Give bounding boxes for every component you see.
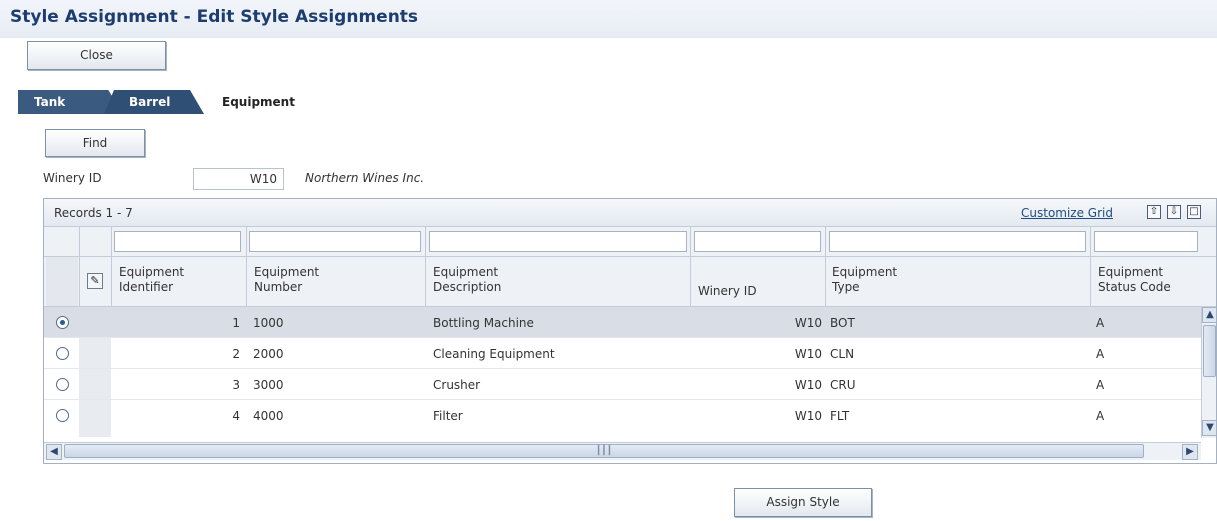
column-divider bbox=[111, 227, 112, 307]
col-equipment-status-code-line2: Status Code bbox=[1098, 280, 1171, 294]
tab-barrel[interactable]: Barrel bbox=[104, 90, 204, 114]
records-count: Records 1 - 7 bbox=[54, 206, 133, 220]
table-row[interactable]: 4 4000 Filter W10 FLT A bbox=[44, 400, 1202, 431]
row-select-radio[interactable] bbox=[56, 378, 69, 391]
equipment-grid: Records 1 - 7 Customize Grid ⇧ ⇩ □ ✎ Equ… bbox=[43, 198, 1217, 464]
tab-barrel-label: Barrel bbox=[129, 95, 171, 109]
horizontal-scrollbar[interactable]: ◀ ┃┃┃ ▶ bbox=[44, 442, 1201, 460]
find-button[interactable]: Find bbox=[45, 129, 145, 157]
winery-id-label: Winery ID bbox=[43, 171, 102, 185]
col-equipment-type-line1: Equipment bbox=[832, 265, 898, 279]
cell-winery-id: W10 bbox=[794, 409, 822, 423]
cell-number: 1000 bbox=[253, 316, 284, 330]
col-equipment-number-line2: Number bbox=[254, 280, 303, 294]
assign-style-button-label: Assign Style bbox=[766, 495, 840, 509]
col-equipment-number[interactable]: Equipment Number bbox=[254, 265, 319, 295]
tab-bar: Tank Barrel Equipment bbox=[0, 90, 600, 114]
cell-description: Crusher bbox=[433, 378, 481, 392]
filter-identifier[interactable] bbox=[114, 231, 241, 252]
cell-status: A bbox=[1096, 347, 1105, 361]
cell-description: Cleaning Equipment bbox=[433, 347, 555, 361]
winery-name: Northern Wines Inc. bbox=[305, 171, 425, 185]
cell-number: 2000 bbox=[253, 347, 284, 361]
customize-grid-link[interactable]: Customize Grid bbox=[1021, 206, 1113, 220]
table-row[interactable]: 1 1000 Bottling Machine W10 BOT A bbox=[44, 307, 1202, 338]
col-equipment-description-line2: Description bbox=[433, 280, 502, 294]
filter-winery-id[interactable] bbox=[694, 231, 821, 252]
col-equipment-type[interactable]: Equipment Type bbox=[832, 265, 897, 295]
cell-winery-id: W10 bbox=[794, 347, 822, 361]
col-winery-id[interactable]: Winery ID bbox=[698, 284, 757, 299]
cell-type: CRU bbox=[830, 378, 856, 392]
col-equipment-status-code[interactable]: Equipment Status Code bbox=[1098, 265, 1171, 295]
col-equipment-identifier-line1: Equipment bbox=[119, 265, 185, 279]
cell-description: Filter bbox=[433, 409, 463, 423]
cell-identifier: 4 bbox=[232, 409, 240, 423]
col-winery-id-line1: Winery ID bbox=[698, 284, 757, 298]
cell-status: A bbox=[1096, 409, 1105, 423]
filter-row bbox=[44, 227, 1216, 257]
column-divider bbox=[246, 227, 247, 307]
col-equipment-identifier[interactable]: Equipment Identifier bbox=[119, 265, 184, 295]
title-bar: Style Assignment - Edit Style Assignment… bbox=[0, 0, 1217, 38]
column-divider bbox=[79, 227, 80, 307]
close-button[interactable]: Close bbox=[27, 41, 166, 70]
horizontal-scroll-thumb[interactable]: ┃┃┃ bbox=[64, 444, 1144, 458]
close-button-label: Close bbox=[80, 48, 113, 62]
cell-identifier: 1 bbox=[232, 316, 240, 330]
vertical-scrollbar[interactable]: ▲ ▼ bbox=[1201, 307, 1216, 438]
cell-number: 3000 bbox=[253, 378, 284, 392]
grid-toolbar: Records 1 - 7 Customize Grid ⇧ ⇩ □ bbox=[44, 199, 1216, 227]
tab-equipment-label: Equipment bbox=[222, 95, 295, 109]
column-header-row: ✎ Equipment Identifier Equipment Number … bbox=[44, 257, 1216, 307]
column-divider bbox=[425, 227, 426, 307]
col-equipment-type-line2: Type bbox=[832, 280, 860, 294]
scroll-up-icon[interactable]: ▲ bbox=[1202, 307, 1216, 323]
scroll-left-icon[interactable]: ◀ bbox=[46, 444, 62, 460]
winery-id-field[interactable]: W10 bbox=[193, 168, 284, 190]
cell-winery-id: W10 bbox=[794, 316, 822, 330]
col-equipment-description-line1: Equipment bbox=[433, 265, 499, 279]
filter-description[interactable] bbox=[429, 231, 687, 252]
cell-type: FLT bbox=[830, 409, 850, 423]
column-divider bbox=[690, 227, 691, 307]
col-equipment-description[interactable]: Equipment Description bbox=[433, 265, 501, 295]
cell-description: Bottling Machine bbox=[433, 316, 534, 330]
cell-identifier: 2 bbox=[232, 347, 240, 361]
cell-type: BOT bbox=[830, 316, 855, 330]
filter-type[interactable] bbox=[829, 231, 1086, 252]
find-button-label: Find bbox=[82, 136, 108, 150]
filter-status[interactable] bbox=[1094, 231, 1198, 252]
cell-type: CLN bbox=[830, 347, 855, 361]
cell-winery-id: W10 bbox=[794, 378, 822, 392]
cell-number: 4000 bbox=[253, 409, 284, 423]
assign-style-button[interactable]: Assign Style bbox=[734, 488, 872, 517]
col-equipment-identifier-line2: Identifier bbox=[119, 280, 174, 294]
import-icon[interactable]: ⇩ bbox=[1167, 205, 1181, 219]
export-icon[interactable]: ⇧ bbox=[1147, 205, 1161, 219]
cell-status: A bbox=[1096, 378, 1105, 392]
column-divider bbox=[1090, 227, 1091, 307]
column-divider bbox=[825, 227, 826, 307]
scroll-right-icon[interactable]: ▶ bbox=[1182, 444, 1198, 460]
filter-number[interactable] bbox=[249, 231, 421, 252]
table-row[interactable]: 2 2000 Cleaning Equipment W10 CLN A bbox=[44, 338, 1202, 369]
cell-identifier: 3 bbox=[232, 378, 240, 392]
row-select-header bbox=[46, 257, 78, 306]
tab-equipment[interactable]: Equipment bbox=[222, 90, 295, 114]
page-title: Style Assignment - Edit Style Assignment… bbox=[10, 7, 419, 27]
tab-tank-label: Tank bbox=[34, 95, 66, 109]
row-select-radio[interactable] bbox=[56, 347, 69, 360]
col-equipment-number-line1: Equipment bbox=[254, 265, 320, 279]
scroll-down-icon[interactable]: ▼ bbox=[1202, 420, 1216, 436]
cell-status: A bbox=[1096, 316, 1105, 330]
col-equipment-status-code-line1: Equipment bbox=[1098, 265, 1164, 279]
table-row[interactable]: 3 3000 Crusher W10 CRU A bbox=[44, 369, 1202, 400]
row-select-radio[interactable] bbox=[56, 409, 69, 422]
vertical-scroll-thumb[interactable] bbox=[1203, 325, 1216, 377]
attachment-icon: ✎ bbox=[87, 273, 103, 289]
maximize-icon[interactable]: □ bbox=[1187, 205, 1201, 219]
row-select-radio[interactable] bbox=[56, 316, 69, 329]
